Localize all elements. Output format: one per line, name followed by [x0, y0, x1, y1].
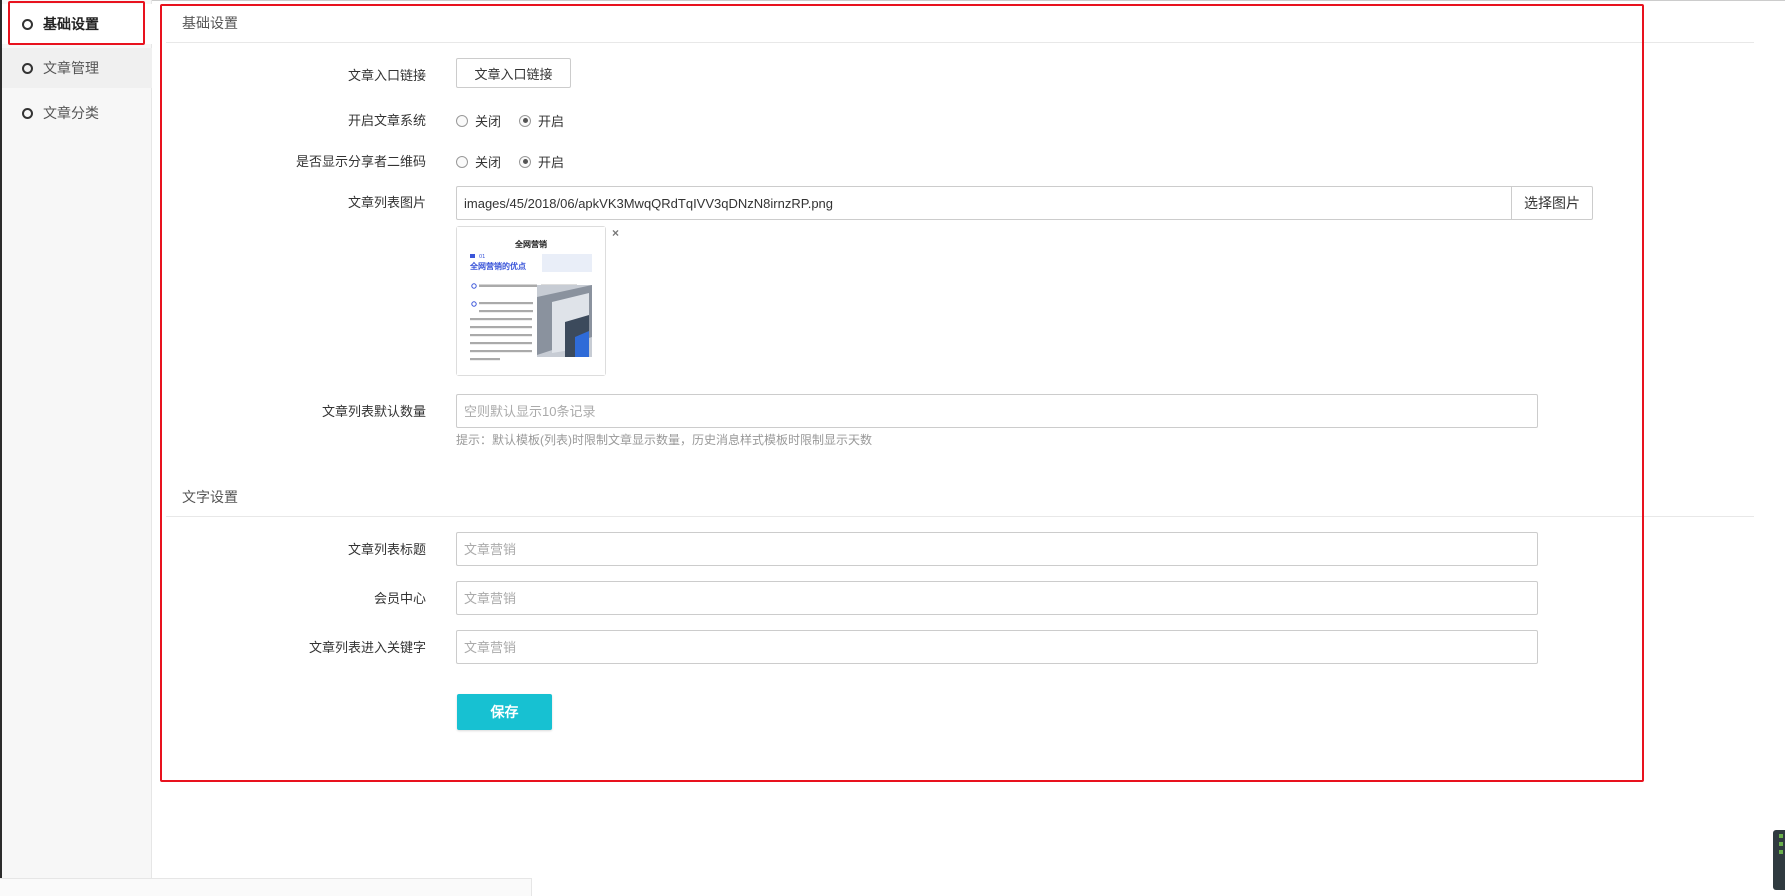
list-title-input[interactable] — [456, 532, 1538, 566]
sidebar-item-basic-settings[interactable]: 基础设置 — [2, 4, 152, 44]
entry-link-label: 文章入口链接 — [347, 68, 426, 83]
keyword-label: 文章列表进入关键字 — [308, 640, 426, 655]
sidebar-item-label: 文章分类 — [43, 105, 99, 121]
show-qr-off-label[interactable]: 关闭 — [475, 152, 501, 171]
section-title-text: 文字设置 — [182, 489, 238, 505]
enable-system-label: 开启文章系统 — [347, 113, 426, 128]
top-border — [152, 0, 1785, 1]
show-qr-radio-group: 关闭 开启 — [456, 152, 582, 171]
default-count-input[interactable] — [456, 394, 1538, 428]
sidebar-item-label: 文章管理 — [43, 60, 99, 76]
enable-system-off-label[interactable]: 关闭 — [475, 111, 501, 130]
enable-system-on-radio[interactable] — [519, 114, 532, 127]
section-divider — [166, 516, 1754, 517]
default-count-label: 文章列表默认数量 — [321, 404, 426, 419]
choose-image-button[interactable]: 选择图片 — [1511, 186, 1593, 220]
show-qr-on-radio[interactable] — [519, 155, 532, 168]
show-qr-off-radio[interactable] — [456, 155, 468, 168]
section-divider — [166, 42, 1754, 43]
thumbnail-title: 全网营销的优点 — [469, 261, 526, 271]
circle-icon — [22, 107, 33, 119]
side-widget-icon[interactable] — [1773, 830, 1785, 890]
enable-system-radio-group: 关闭 开启 — [456, 111, 582, 130]
section-title-basic: 基础设置 — [182, 15, 238, 31]
list-title-label: 文章列表标题 — [347, 542, 426, 557]
default-count-hint: 提示：默认模板(列表)时限制文章显示数量，历史消息样式模板时限制显示天数 — [456, 433, 872, 447]
enable-system-on-label[interactable]: 开启 — [538, 111, 564, 130]
bottom-strip — [0, 878, 532, 896]
sidebar-item-article-category[interactable]: 文章分类 — [2, 93, 152, 133]
thumbnail-number: 01 — [479, 254, 485, 260]
window-left-edge — [0, 0, 2, 896]
save-button[interactable]: 保存 — [457, 694, 552, 730]
list-image-path-input[interactable] — [456, 186, 1512, 220]
remove-image-close-icon[interactable]: × — [612, 226, 619, 240]
list-image-label: 文章列表图片 — [347, 195, 426, 210]
thumbnail-preview-image: 全网营销 01 全网营销的优点 — [457, 227, 605, 375]
sidebar: 基础设置 文章管理 文章分类 — [0, 0, 152, 896]
thumbnail-heading: 全网营销 — [514, 239, 547, 249]
keyword-input[interactable] — [456, 630, 1538, 664]
show-qr-label: 是否显示分享者二维码 — [295, 154, 426, 169]
entry-link-button[interactable]: 文章入口链接 — [456, 58, 571, 88]
sidebar-item-label: 基础设置 — [43, 16, 99, 32]
enable-system-off-radio[interactable] — [456, 114, 468, 127]
circle-icon — [22, 18, 33, 30]
list-image-thumbnail: 全网营销 01 全网营销的优点 — [456, 226, 606, 376]
sidebar-item-article-management[interactable]: 文章管理 — [2, 48, 152, 88]
show-qr-on-label[interactable]: 开启 — [538, 152, 564, 171]
member-center-input[interactable] — [456, 581, 1538, 615]
member-center-label: 会员中心 — [373, 591, 426, 606]
circle-icon — [22, 62, 33, 74]
